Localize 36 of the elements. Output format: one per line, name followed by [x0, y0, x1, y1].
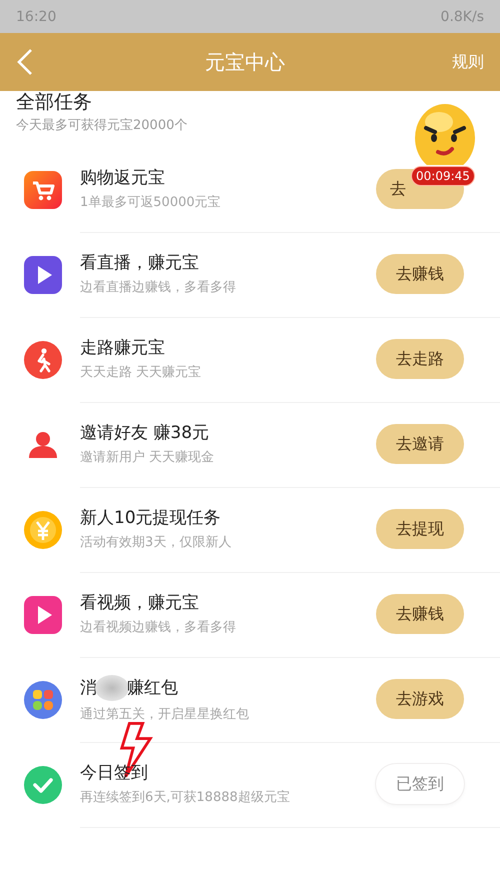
section-subtitle: 今天最多可获得元宝20000个: [16, 117, 188, 135]
task-button[interactable]: 去走路: [376, 339, 464, 379]
task-title: 走路赚元宝: [80, 337, 165, 359]
task-title: 邀请好友 赚38元: [80, 422, 210, 444]
walking-person-icon: [24, 340, 62, 378]
task-button[interactable]: 去提现: [376, 509, 464, 549]
task-description: 再连续签到6天,可获18888超级元宝: [80, 789, 291, 806]
task-title: 购物返元宝: [80, 167, 165, 189]
task-description: 1单最多可返50000元宝: [80, 194, 222, 211]
section-title: 全部任务: [16, 91, 93, 113]
task-description: 邀请新用户 天天赚现金: [80, 449, 216, 466]
task-button[interactable]: 去游戏: [376, 679, 464, 719]
coin-icon: [24, 510, 62, 548]
task-button[interactable]: 去赚钱: [376, 594, 464, 634]
network-speed: 0.8K/s: [440, 8, 484, 24]
task-title: 看直播，赚元宝: [80, 252, 199, 274]
task-title: 看视频，赚元宝: [80, 592, 199, 614]
status-time: 16:20: [16, 8, 56, 24]
countdown-timer: 00:09:45: [411, 166, 475, 186]
task-description: 通过第五关，开启星星换红包: [80, 706, 250, 723]
cart-icon: [24, 170, 62, 208]
task-description: 活动有效期3天，仅限新人: [80, 534, 232, 551]
task-title: 新人10元提现任务: [80, 507, 221, 529]
task-button[interactable]: 去邀请: [376, 424, 464, 464]
check-icon: [24, 766, 62, 804]
task-description: 天天走路 天天赚元宝: [80, 364, 202, 381]
task-title: 赚红包: [127, 677, 178, 699]
task-description: 边看直播边赚钱，多看多得: [80, 279, 237, 296]
page-title: 元宝中心: [204, 48, 286, 76]
play-icon: [24, 256, 62, 294]
task-title: 消: [80, 677, 97, 699]
task-button[interactable]: 去赚钱: [376, 254, 464, 294]
game-icon: [24, 680, 62, 718]
play-icon: [24, 596, 62, 634]
signed-in-button[interactable]: 已签到: [376, 764, 464, 804]
task-description: 边看视频边赚钱，多看多得: [80, 619, 237, 636]
